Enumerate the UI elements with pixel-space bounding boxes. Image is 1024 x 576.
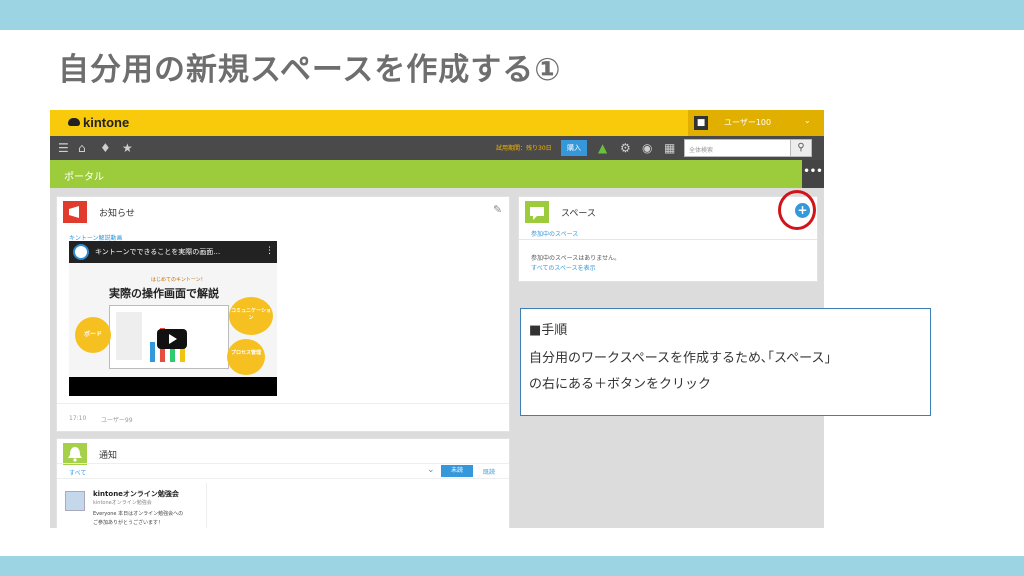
video-bubble-board: ボード bbox=[75, 317, 111, 353]
buy-button[interactable]: 購入 bbox=[561, 140, 587, 156]
channel-avatar-icon bbox=[73, 244, 89, 260]
portal-label: ポータル bbox=[64, 172, 104, 183]
space-tab-joined[interactable]: 参加中のスペース bbox=[531, 229, 578, 238]
video-title: キントーンでできることを実際の画面… bbox=[95, 248, 221, 256]
kintone-logo-text: kintone bbox=[83, 115, 130, 130]
filter-chevron-down-icon[interactable]: ⌄ bbox=[427, 465, 435, 475]
user-menu[interactable]: ■ ユーザー100 ⌄ bbox=[688, 110, 824, 136]
instruction-heading: ■手順 bbox=[529, 323, 568, 338]
notifications-title: 通知 bbox=[99, 451, 118, 461]
global-nav: ☰ ⌂ ♦ ★ 試用期間：残り30日 購入 ▲ ⚙ ◉ ▦ 全体検索 ⚲ bbox=[50, 136, 824, 160]
notice-title: お知らせ bbox=[99, 209, 135, 219]
bell-icon[interactable]: ♦ bbox=[100, 140, 111, 156]
help-icon[interactable]: ◉ bbox=[642, 140, 652, 156]
notice-author: ユーザー99 bbox=[101, 417, 133, 424]
user-name: ユーザー100 bbox=[724, 118, 772, 127]
menu-icon[interactable]: ☰ bbox=[58, 140, 69, 156]
instruction-box: ■手順 自分用のワークスペースを作成するため､｢スペース」 の右にある＋ボタンを… bbox=[520, 308, 931, 416]
slide: 自分用の新規スペースを作成する① kintone ■ ユーザー100 ⌄ ☰ ⌂… bbox=[0, 0, 1024, 576]
megaphone-icon bbox=[63, 201, 87, 223]
search-icon[interactable]: ⚲ bbox=[790, 139, 812, 157]
home-icon[interactable]: ⌂ bbox=[78, 140, 86, 156]
top-band bbox=[0, 0, 1024, 30]
video-title-bar: キントーンでできることを実際の画面… ⋮ bbox=[69, 241, 277, 263]
video-bubble-process: プロセス管理 bbox=[227, 339, 265, 375]
notifications-panel: 通知 すべて ⌄ 未読 既読 kintoneオンライン勉強会 kintoneオン… bbox=[56, 438, 510, 528]
portal-bar: ポータル ••• bbox=[50, 160, 824, 188]
video-heading: 実際の操作画面で解説 bbox=[109, 287, 219, 300]
more-options-button[interactable]: ••• bbox=[802, 160, 824, 188]
notification-item-sub: kintoneオンライン勉強会 bbox=[93, 500, 152, 506]
space-empty-text: 参加中のスペースはありません。 bbox=[531, 255, 621, 262]
read-button[interactable]: 既読 bbox=[483, 467, 495, 476]
notification-filter-bar: すべて ⌄ 未読 既読 bbox=[57, 463, 509, 479]
notification-filter-label[interactable]: すべて bbox=[69, 468, 86, 477]
notification-item-body-2: ご参加ありがとうございます！ bbox=[93, 520, 164, 526]
notification-avatar bbox=[65, 491, 85, 511]
video-play-button[interactable] bbox=[157, 329, 187, 349]
notification-item[interactable]: kintoneオンライン勉強会 kintoneオンライン勉強会 Everyone… bbox=[57, 483, 207, 528]
space-chat-icon bbox=[525, 201, 549, 223]
beginner-mark-icon[interactable]: ▲ bbox=[598, 140, 607, 156]
video-thumbnail: はじめてのキントーン！ 実際の操作画面で解説 ボード コミュニケーション プロセ… bbox=[69, 263, 277, 377]
unread-button[interactable]: 未読 bbox=[441, 465, 473, 477]
video-subtitle: はじめてのキントーン！ bbox=[151, 277, 206, 283]
highlight-circle bbox=[778, 190, 816, 230]
video-bubble-communication: コミュニケーション bbox=[229, 297, 273, 335]
chevron-down-icon: ⌄ bbox=[804, 116, 811, 125]
instruction-line-1: 自分用のワークスペースを作成するため､｢スペース」 bbox=[529, 351, 838, 366]
trial-status: 試用期間：残り30日 bbox=[496, 145, 552, 152]
user-avatar-icon: ■ bbox=[694, 116, 708, 130]
star-icon[interactable]: ★ bbox=[122, 140, 133, 156]
video-menu-icon[interactable]: ⋮ bbox=[265, 246, 274, 256]
embedded-video[interactable]: キントーンでできることを実際の画面… ⋮ はじめてのキントーン！ 実際の操作画面… bbox=[69, 241, 277, 396]
notification-item-body-1: Everyone 本日はオンライン勉強会への bbox=[93, 511, 184, 517]
kintone-header: kintone ■ ユーザー100 ⌄ bbox=[50, 110, 824, 136]
notification-item-title: kintoneオンライン勉強会 bbox=[93, 490, 179, 498]
kintone-logo-icon bbox=[68, 118, 80, 126]
global-search-input[interactable]: 全体検索 bbox=[684, 139, 792, 157]
gear-icon[interactable]: ⚙ bbox=[620, 140, 631, 156]
notice-panel: お知らせ ✎ キントーン解説動画 キントーンでできることを実際の画面… ⋮ はじ… bbox=[56, 196, 510, 432]
show-all-spaces-link[interactable]: すべてのスペースを表示 bbox=[531, 263, 596, 272]
kintone-logo[interactable]: kintone bbox=[68, 115, 129, 130]
slide-title: 自分用の新規スペースを作成する① bbox=[58, 52, 562, 88]
space-panel: スペース 参加中のスペース 参加中のスペースはありません。 すべてのスペースを表… bbox=[518, 196, 818, 282]
edit-icon[interactable]: ✎ bbox=[493, 203, 502, 216]
bell-panel-icon bbox=[63, 443, 87, 465]
instruction-line-2: の右にある＋ボタンをクリック bbox=[529, 377, 712, 392]
grid-icon[interactable]: ▦ bbox=[664, 140, 675, 156]
space-title: スペース bbox=[561, 209, 596, 219]
notice-time: 17:10 bbox=[69, 415, 87, 422]
bottom-band bbox=[0, 556, 1024, 576]
